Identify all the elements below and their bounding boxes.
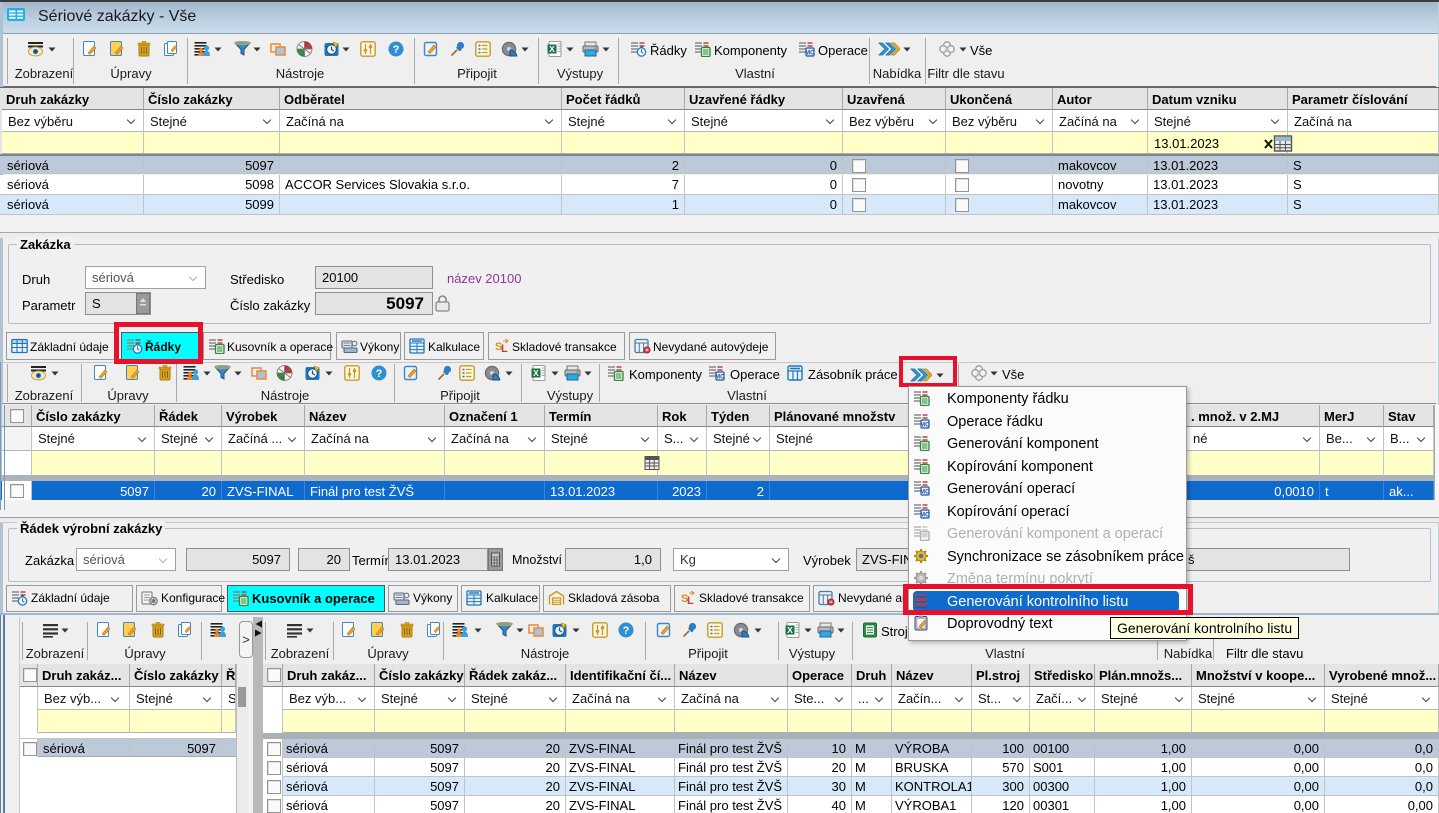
svg-text:X: X — [549, 44, 555, 54]
svg-text:X: X — [787, 625, 793, 635]
svg-text:X: X — [533, 368, 539, 378]
svg-text:MO: MO — [920, 512, 930, 518]
svg-text:?: ? — [376, 368, 383, 380]
svg-text:L: L — [687, 595, 694, 606]
svg-text:?: ? — [623, 625, 630, 637]
svg-text:?: ? — [393, 44, 400, 56]
svg-text:MO: MO — [715, 375, 725, 381]
svg-text:MO: MO — [805, 51, 815, 57]
svg-text:L: L — [501, 343, 508, 354]
svg-text:MO: MO — [920, 422, 930, 428]
svg-text:MO: MO — [920, 490, 930, 496]
